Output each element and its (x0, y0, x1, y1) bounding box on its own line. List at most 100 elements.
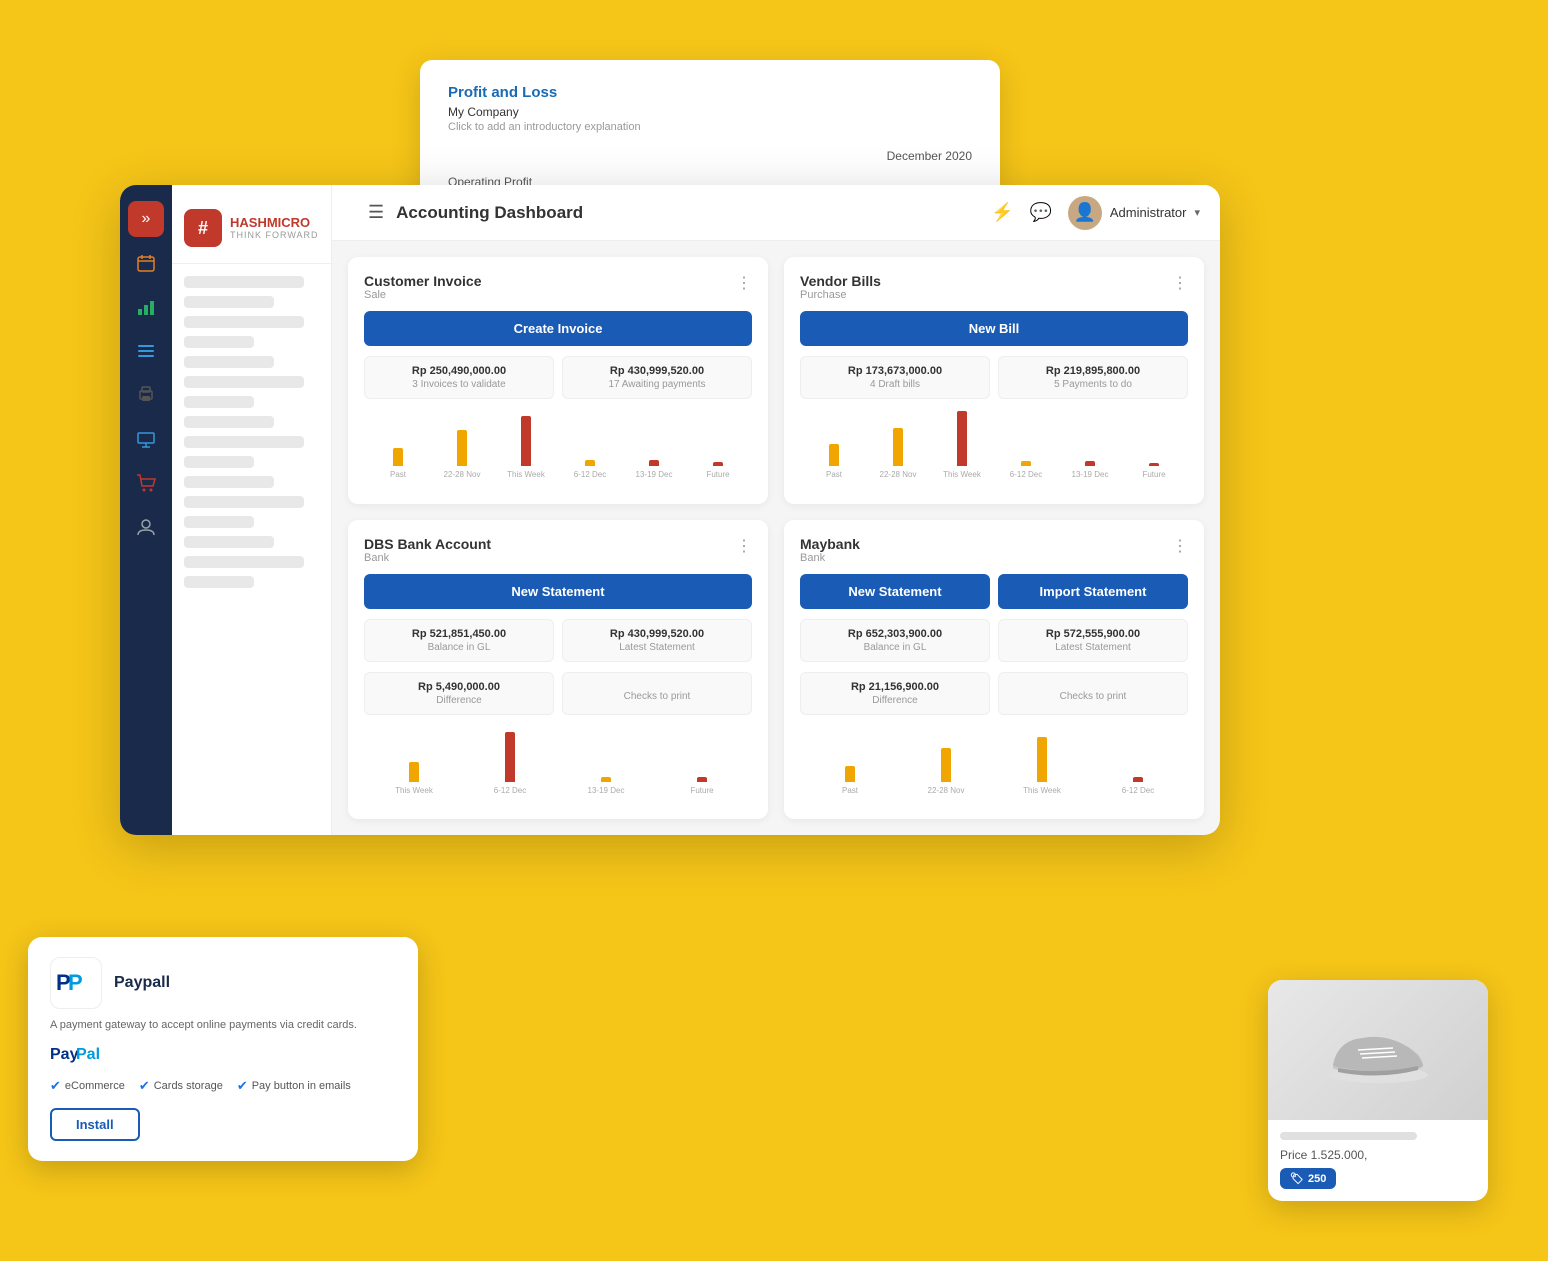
awaiting-payments: Rp 430,999,520.00 17 Awaiting payments (562, 356, 752, 399)
dbs-chart-13-19: 13-19 Dec (560, 777, 652, 795)
product-image (1268, 980, 1488, 1120)
badge-quantity: 250 (1308, 1173, 1326, 1185)
mb-label-6-12: 6-12 Dec (1122, 786, 1154, 795)
customer-invoice-subtitle: Sale (364, 289, 481, 301)
chart-label-6-12: 6-12 Dec (574, 470, 606, 479)
dbs-bank-menu[interactable]: ⋮ (736, 536, 752, 556)
nav-item-4[interactable] (184, 336, 254, 348)
vendor-bills-stats: Rp 173,673,000.00 4 Draft bills Rp 219,8… (800, 356, 1188, 399)
feature-pay-button-label: Pay button in emails (252, 1080, 351, 1092)
app-window: » (120, 185, 1220, 835)
customer-invoice-stats: Rp 250,490,000.00 3 Invoices to validate… (364, 356, 752, 399)
nav-item-6[interactable] (184, 376, 304, 388)
dbs-bar-1 (409, 762, 419, 782)
nav-item-8[interactable] (184, 416, 274, 428)
draft-bills: Rp 173,673,000.00 4 Draft bills (800, 356, 990, 399)
sidebar-icon-user[interactable] (128, 509, 164, 545)
customer-invoice-card: Customer Invoice Sale ⋮ Create Invoice R… (348, 257, 768, 504)
vb-bar-2 (893, 428, 903, 466)
nav-item-10[interactable] (184, 456, 254, 468)
dbs-chart-this-week: This Week (368, 762, 460, 795)
dbs-balance-gl: Rp 521,851,450.00 Balance in GL (364, 619, 554, 662)
dbs-difference-amount: Rp 5,490,000.00 (375, 681, 543, 693)
mb-bars-past (845, 766, 855, 782)
maybank-menu[interactable]: ⋮ (1172, 536, 1188, 556)
customer-invoice-menu[interactable]: ⋮ (736, 273, 752, 293)
hamburger-button[interactable]: ☰ (368, 202, 384, 223)
paypal-features: ✔ eCommerce ✔ Cards storage ✔ Pay button… (50, 1078, 396, 1094)
svg-text:Pay: Pay (50, 1046, 79, 1063)
maybank-checks-print-label: Checks to print (1009, 683, 1177, 702)
nav-item-9[interactable] (184, 436, 304, 448)
create-invoice-button[interactable]: Create Invoice (364, 311, 752, 346)
bar-red-2 (649, 460, 659, 466)
vendor-bills-menu[interactable]: ⋮ (1172, 273, 1188, 293)
vb-bar-3 (957, 411, 967, 466)
dbs-label-this-week: This Week (395, 786, 433, 795)
sidebar-icon-print[interactable] (128, 377, 164, 413)
sidebar-icon-calendar[interactable] (128, 245, 164, 281)
vb-chart-past: Past (804, 444, 864, 479)
sidebar-icon-monitor[interactable] (128, 421, 164, 457)
main-content: ☰ Accounting Dashboard ⚡ 💬 👤 Administrat… (332, 185, 1220, 835)
nav-item-1[interactable] (184, 276, 304, 288)
nav-item-5[interactable] (184, 356, 274, 368)
vb-bars-this-week (957, 411, 967, 466)
nav-item-7[interactable] (184, 396, 254, 408)
draft-bills-label: 4 Draft bills (811, 379, 979, 390)
nav-item-12[interactable] (184, 496, 304, 508)
dbs-label-future: Future (690, 786, 713, 795)
maybank-latest-statement-amount: Rp 572,555,900.00 (1009, 628, 1177, 640)
nav-item-2[interactable] (184, 296, 274, 308)
vb-label-13-19: 13-19 Dec (1072, 470, 1109, 479)
customer-invoice-header: Customer Invoice Sale ⋮ (364, 273, 752, 301)
nav-item-14[interactable] (184, 536, 274, 548)
maybank-balance-gl-label: Balance in GL (811, 642, 979, 653)
print-icon (136, 385, 156, 405)
payments-to-do-amount: Rp 219,895,800.00 (1009, 365, 1177, 377)
vendor-bills-header: Vendor Bills Purchase ⋮ (800, 273, 1188, 301)
nav-item-15[interactable] (184, 556, 304, 568)
check-icon-2: ✔ (139, 1078, 150, 1094)
nav-item-16[interactable] (184, 576, 254, 588)
draft-bills-amount: Rp 173,673,000.00 (811, 365, 979, 377)
maybank-new-statement-button[interactable]: New Statement (800, 574, 990, 609)
dbs-stats-row2: Rp 5,490,000.00 Difference Checks to pri… (364, 672, 752, 715)
product-price: Price 1.525.000, (1280, 1148, 1476, 1162)
vb-chart-this-week: This Week (932, 411, 992, 479)
sidebar-icon-chart[interactable] (128, 289, 164, 325)
nav-item-13[interactable] (184, 516, 254, 528)
paypal-logo-svg: P P (56, 970, 96, 996)
vb-chart-22-28: 22-28 Nov (868, 428, 928, 479)
nav-item-11[interactable] (184, 476, 274, 488)
dbs-difference: Rp 5,490,000.00 Difference (364, 672, 554, 715)
bolt-icon[interactable]: ⚡ (991, 202, 1013, 223)
chart-label-22-28: 22-28 Nov (444, 470, 481, 479)
vb-bars-22-28 (893, 428, 903, 466)
user-menu[interactable]: 👤 Administrator ▾ (1068, 196, 1200, 230)
chart-group-future: Future (688, 462, 748, 479)
sidebar-icon-list[interactable] (128, 333, 164, 369)
vb-bars-past (829, 444, 839, 466)
dbs-chart-future: Future (656, 777, 748, 795)
chart-bars-13-19 (649, 460, 659, 466)
sidebar-icon-forward[interactable]: » (128, 201, 164, 237)
install-button[interactable]: Install (50, 1108, 140, 1141)
chat-icon[interactable]: 💬 (1029, 202, 1051, 223)
dbs-bars-this-week (409, 762, 419, 782)
dbs-new-statement-button[interactable]: New Statement (364, 574, 752, 609)
logo-icon: # (184, 209, 222, 247)
maybank-latest-statement-label: Latest Statement (1009, 642, 1177, 653)
mb-bars-this-week (1037, 737, 1047, 782)
chart-icon (136, 297, 156, 317)
maybank-import-statement-button[interactable]: Import Statement (998, 574, 1188, 609)
customer-invoice-title: Customer Invoice (364, 273, 481, 289)
product-badge: 🏷 250 (1280, 1168, 1336, 1189)
new-bill-button[interactable]: New Bill (800, 311, 1188, 346)
dbs-bars-13-19 (601, 777, 611, 782)
vb-chart-13-19: 13-19 Dec (1060, 461, 1120, 479)
vb-label-future: Future (1142, 470, 1165, 479)
nav-item-3[interactable] (184, 316, 304, 328)
dbs-stats-row1: Rp 521,851,450.00 Balance in GL Rp 430,9… (364, 619, 752, 662)
sidebar-icon-cart[interactable] (128, 465, 164, 501)
